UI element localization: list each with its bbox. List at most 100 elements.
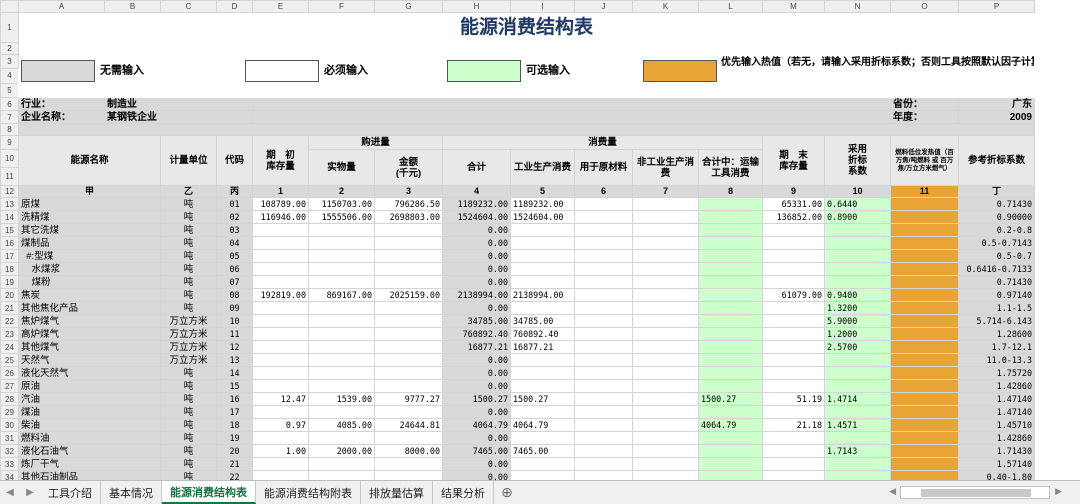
opening-stock[interactable] <box>252 405 309 419</box>
code[interactable]: 08 <box>216 288 253 302</box>
heat-value[interactable] <box>890 379 959 393</box>
opening-stock[interactable] <box>252 301 309 315</box>
reference-coefficient[interactable]: 0.40-1.80 <box>958 470 1035 480</box>
reference-coefficient[interactable]: 1.28600 <box>958 327 1035 341</box>
raw-material[interactable] <box>574 301 633 315</box>
row-header[interactable]: 5 <box>0 82 19 99</box>
column-header[interactable]: N <box>824 0 891 13</box>
transport-consumption[interactable] <box>698 197 763 211</box>
index-cell[interactable]: 丁 <box>958 185 1035 198</box>
amount[interactable]: 2698803.00 <box>374 210 443 224</box>
consumption-total[interactable]: 0.00 <box>442 457 511 471</box>
non-industrial[interactable] <box>632 327 699 341</box>
opening-stock[interactable]: 1.00 <box>252 444 309 458</box>
energy-name[interactable]: 煤制品 <box>18 236 161 250</box>
opening-stock[interactable] <box>252 353 309 367</box>
amount[interactable] <box>374 249 443 263</box>
reference-coefficient[interactable]: 1.1-1.5 <box>958 301 1035 315</box>
energy-name[interactable]: 天然气 <box>18 353 161 367</box>
select-all-corner[interactable] <box>0 0 19 13</box>
code[interactable]: 17 <box>216 405 253 419</box>
row-header[interactable]: 7 <box>0 110 19 124</box>
reference-coefficient[interactable]: 1.75720 <box>958 366 1035 380</box>
closing-stock[interactable]: 65331.00 <box>762 197 825 211</box>
amount[interactable] <box>374 379 443 393</box>
physical-quantity[interactable] <box>308 431 375 445</box>
index-cell[interactable]: 2 <box>308 185 375 198</box>
row-header[interactable]: 26 <box>0 366 19 380</box>
adopted-coefficient[interactable]: 1.4571 <box>824 418 891 432</box>
code[interactable]: 14 <box>216 366 253 380</box>
raw-material[interactable] <box>574 288 633 302</box>
code[interactable]: 22 <box>216 470 253 480</box>
column-header[interactable]: P <box>958 0 1035 13</box>
adopted-coefficient[interactable] <box>824 223 891 237</box>
code[interactable]: 20 <box>216 444 253 458</box>
industrial-consumption[interactable] <box>510 405 575 419</box>
energy-name[interactable]: 煤粉 <box>18 275 161 289</box>
adopted-coefficient[interactable]: 0.8900 <box>824 210 891 224</box>
code[interactable]: 05 <box>216 249 253 263</box>
code[interactable]: 04 <box>216 236 253 250</box>
non-industrial[interactable] <box>632 314 699 328</box>
energy-name[interactable]: 原煤 <box>18 197 161 211</box>
opening-stock[interactable] <box>252 236 309 250</box>
reference-coefficient[interactable]: 0.5-0.7143 <box>958 236 1035 250</box>
index-cell[interactable]: 10 <box>824 185 891 198</box>
non-industrial[interactable] <box>632 301 699 315</box>
index-cell[interactable]: 6 <box>574 185 633 198</box>
year-value[interactable]: 2009 <box>958 110 1035 124</box>
non-industrial[interactable] <box>632 340 699 354</box>
amount[interactable]: 2025159.00 <box>374 288 443 302</box>
unit[interactable]: 吨 <box>160 288 217 302</box>
closing-stock[interactable]: 136852.00 <box>762 210 825 224</box>
header-industrial-consumption[interactable]: 工业生产消费 <box>510 149 575 186</box>
opening-stock[interactable] <box>252 457 309 471</box>
closing-stock[interactable] <box>762 262 825 276</box>
opening-stock[interactable]: 0.97 <box>252 418 309 432</box>
unit[interactable]: 万立方米 <box>160 327 217 341</box>
heat-value[interactable] <box>890 275 959 289</box>
non-industrial[interactable] <box>632 470 699 480</box>
index-cell[interactable]: 11 <box>890 185 959 198</box>
row-header[interactable]: 27 <box>0 379 19 393</box>
worksheet-table[interactable]: A B C D E F G H I J K L M N O P 1 能源消费结构表 2 3 无需输入 必须输入 可选输… <box>0 0 1035 480</box>
consumption-total[interactable]: 1189232.00 <box>442 197 511 211</box>
industry-value[interactable]: 制造业 <box>104 97 253 111</box>
column-header[interactable]: G <box>374 0 443 13</box>
amount[interactable] <box>374 236 443 250</box>
raw-material[interactable] <box>574 197 633 211</box>
row-header[interactable]: 4 <box>0 68 19 84</box>
row-header[interactable]: 12 <box>0 185 19 198</box>
opening-stock[interactable] <box>252 327 309 341</box>
consumption-total[interactable]: 0.00 <box>442 301 511 315</box>
consumption-total[interactable]: 0.00 <box>442 223 511 237</box>
energy-name[interactable]: 水煤浆 <box>18 262 161 276</box>
closing-stock[interactable] <box>762 470 825 480</box>
closing-stock[interactable] <box>762 249 825 263</box>
transport-consumption[interactable] <box>698 379 763 393</box>
amount[interactable]: 8000.00 <box>374 444 443 458</box>
empty-cell[interactable] <box>252 97 891 111</box>
amount[interactable] <box>374 457 443 471</box>
physical-quantity[interactable] <box>308 470 375 480</box>
unit[interactable]: 万立方米 <box>160 314 217 328</box>
industrial-consumption[interactable] <box>510 353 575 367</box>
transport-consumption[interactable] <box>698 340 763 354</box>
non-industrial[interactable] <box>632 236 699 250</box>
unit[interactable]: 吨 <box>160 210 217 224</box>
amount[interactable] <box>374 223 443 237</box>
code[interactable]: 01 <box>216 197 253 211</box>
adopted-coefficient[interactable] <box>824 405 891 419</box>
unit[interactable]: 万立方米 <box>160 353 217 367</box>
closing-stock[interactable] <box>762 236 825 250</box>
physical-quantity[interactable] <box>308 249 375 263</box>
raw-material[interactable] <box>574 353 633 367</box>
adopted-coefficient[interactable]: 0.9400 <box>824 288 891 302</box>
reference-coefficient[interactable]: 1.47140 <box>958 392 1035 406</box>
horizontal-scrollbar[interactable] <box>900 486 1050 499</box>
column-header[interactable]: B <box>104 0 161 13</box>
adopted-coefficient[interactable] <box>824 262 891 276</box>
closing-stock[interactable] <box>762 353 825 367</box>
heat-value[interactable] <box>890 470 959 480</box>
